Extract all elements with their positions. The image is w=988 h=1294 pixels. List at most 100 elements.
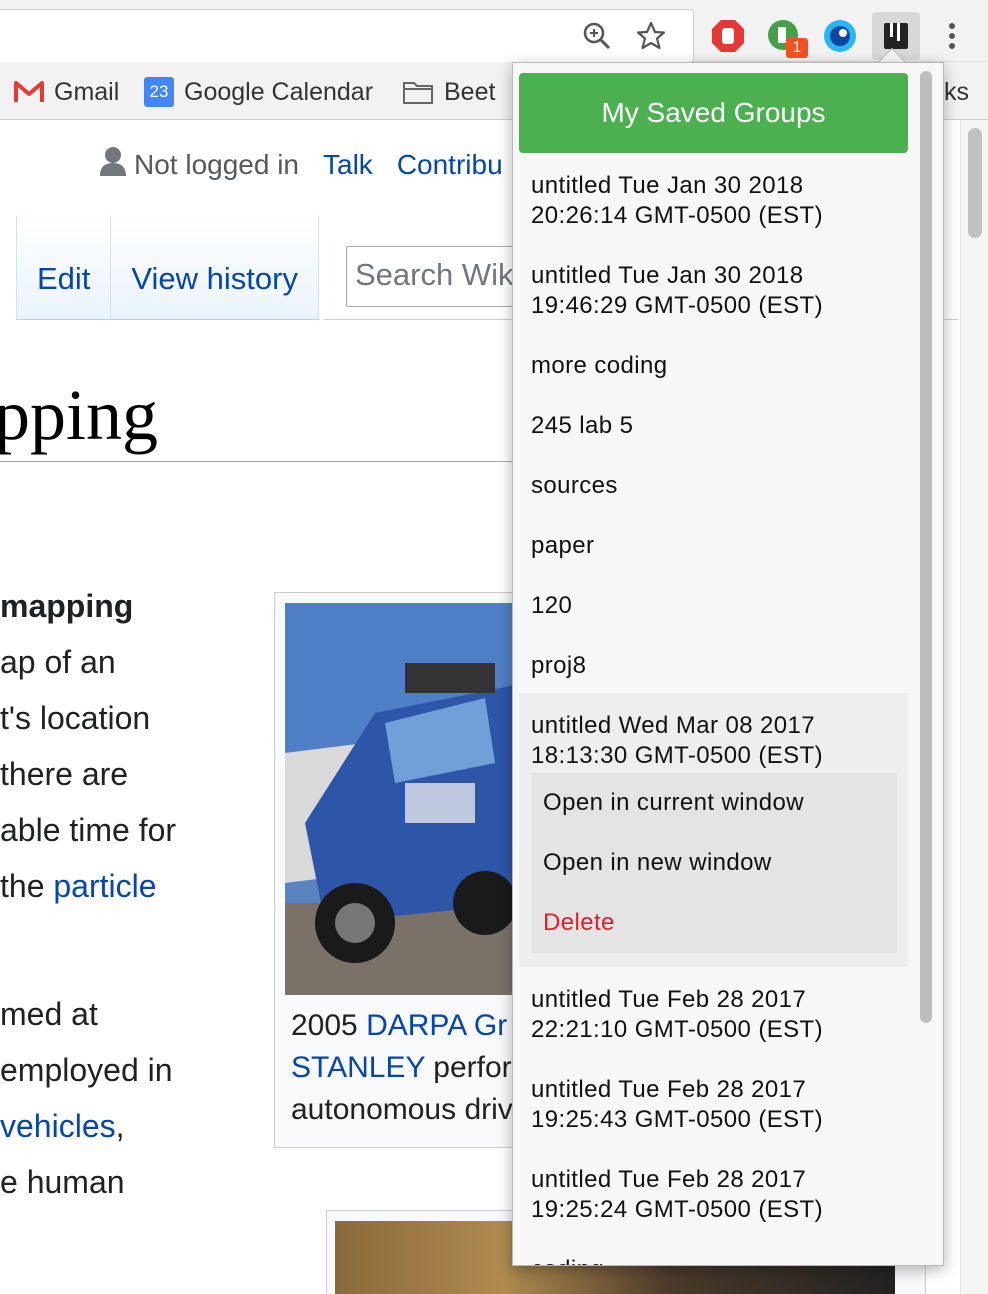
open-in-new-window-button[interactable]: Open in new window [531, 833, 897, 893]
eye-icon[interactable] [822, 18, 858, 54]
bookmark-overflow[interactable]: ks [944, 75, 969, 109]
calendar-icon: 23 [144, 77, 174, 107]
figure-caption: 2005 DARPA Gr STANLEY perfor autonomous … [291, 1005, 513, 1131]
delete-group-button[interactable]: Delete [531, 893, 897, 953]
bookmark-label: Beet [444, 77, 496, 106]
group-name-line2: 20:26:14 GMT-0500 (EST) [531, 202, 823, 229]
extension-badge-count: 1 [786, 38, 808, 58]
stanley-photo[interactable] [285, 603, 525, 995]
article-line: the particle [0, 858, 176, 914]
article-line: t's location [0, 700, 151, 736]
caption-line: 2005 DARPA Gr [291, 1005, 513, 1047]
saved-group-item[interactable]: untitled Tue Jan 30 2018 19:46:29 GMT-05… [519, 243, 908, 333]
group-name: untitled Wed Mar 08 2017 [531, 712, 815, 739]
open-in-current-window-button[interactable]: Open in current window [531, 773, 897, 833]
bookmark-folder-beet[interactable]: Beet [402, 75, 495, 109]
group-name: coding [531, 1255, 896, 1265]
bookmark-label: Google Calendar [184, 77, 374, 106]
saved-groups-list: untitled Tue Jan 30 2018 20:26:14 GMT-05… [519, 153, 908, 1265]
adblock-icon[interactable] [710, 18, 746, 54]
article-body: mapping ap of an t's location there are … [0, 578, 176, 914]
saved-group-item[interactable]: untitled Tue Jan 30 2018 20:26:14 GMT-05… [519, 153, 908, 243]
group-name-line2: 19:25:24 GMT-0500 (EST) [531, 1196, 823, 1223]
group-name: untitled Tue Feb 28 2017 [531, 1166, 807, 1193]
group-name: 245 lab 5 [531, 412, 634, 439]
group-name: paper [531, 532, 595, 559]
popup-title: My Saved Groups [519, 73, 908, 153]
page-tabs: Edit View history [16, 216, 319, 320]
article-body-continued: med at employed in vehicles, e human [0, 986, 173, 1210]
article-line: vehicles, [0, 1098, 173, 1154]
gmail-icon [14, 80, 44, 104]
particle-link[interactable]: particle [53, 868, 156, 904]
talk-link[interactable]: Talk [323, 149, 373, 181]
saved-group-item[interactable]: coding [519, 1237, 908, 1265]
contributions-link[interactable]: Contribu [397, 149, 503, 181]
popup-scrollbar[interactable] [918, 67, 934, 1257]
saved-group-item[interactable]: untitled Tue Feb 28 2017 22:21:10 GMT-05… [519, 967, 908, 1057]
saved-group-item-expanded[interactable]: untitled Wed Mar 08 2017 18:13:30 GMT-05… [519, 693, 908, 967]
bookmark-label: Gmail [54, 77, 120, 106]
article-text: the [0, 868, 54, 904]
article-line: able time for [0, 812, 177, 848]
group-name-line2: 19:46:29 GMT-0500 (EST) [531, 292, 823, 319]
group-name: untitled Tue Feb 28 2017 [531, 986, 807, 1013]
group-name: more coding [531, 352, 668, 379]
zoom-icon[interactable] [579, 18, 615, 54]
star-icon[interactable] [633, 18, 669, 54]
saved-group-item[interactable]: untitled Tue Feb 28 2017 19:25:43 GMT-05… [519, 1057, 908, 1147]
article-line: employed in [0, 1052, 173, 1088]
caption-line: autonomous driv [291, 1093, 513, 1126]
caption-text: 2005 [291, 1009, 367, 1042]
page-title: pping [0, 375, 159, 455]
saved-group-item[interactable]: paper [519, 513, 908, 573]
stanley-link[interactable]: STANLEY [291, 1051, 425, 1084]
group-name: 120 [531, 592, 573, 619]
saved-group-item[interactable]: 245 lab 5 [519, 393, 908, 453]
caption-text: perfor [424, 1051, 512, 1084]
saved-group-item[interactable]: sources [519, 453, 908, 513]
tab-edit[interactable]: Edit [16, 216, 111, 319]
extension-badge-icon[interactable]: 1 [766, 18, 808, 58]
group-name: proj8 [531, 652, 587, 679]
group-name-line2: 19:25:43 GMT-0500 (EST) [531, 1106, 823, 1133]
group-name: untitled Tue Jan 30 2018 [531, 262, 804, 289]
group-name: untitled Tue Jan 30 2018 [531, 172, 804, 199]
calendar-icon-date: 23 [149, 82, 169, 101]
article-line: e human [0, 1164, 125, 1200]
article-text: , [115, 1108, 125, 1144]
saved-group-item[interactable]: more coding [519, 333, 908, 393]
title-divider [0, 461, 520, 462]
saved-groups-popup: My Saved Groups untitled Tue Jan 30 2018… [512, 62, 944, 1266]
darpa-link[interactable]: DARPA Gr [366, 1009, 507, 1042]
user-icon [100, 146, 126, 183]
saved-group-item[interactable]: proj8 [519, 633, 908, 693]
vehicles-link[interactable]: vehicles [0, 1108, 116, 1144]
article-line: there are [0, 756, 129, 792]
group-name-line2: 18:13:30 GMT-0500 (EST) [531, 742, 823, 769]
menu-dots-icon[interactable] [934, 18, 970, 54]
figure-stanley: 2005 DARPA Gr STANLEY perfor autonomous … [274, 592, 534, 1148]
group-name: sources [531, 472, 618, 499]
saved-group-item[interactable]: untitled Tue Feb 28 2017 19:25:24 GMT-05… [519, 1147, 908, 1237]
article-line: mapping [0, 588, 134, 624]
bookmark-gmail[interactable]: Gmail [14, 75, 119, 109]
address-bar[interactable] [0, 9, 694, 63]
saved-group-item[interactable]: 120 [519, 573, 908, 633]
popup-scrollbar-thumb[interactable] [920, 71, 932, 1023]
personal-tools: Not logged in Talk Contribu [100, 146, 527, 183]
tab-view-history[interactable]: View history [110, 216, 319, 319]
group-name: untitled Tue Feb 28 2017 [531, 1076, 807, 1103]
not-logged-in-label: Not logged in [134, 148, 300, 180]
bookmark-overflow-label: ks [944, 77, 969, 106]
page-scrollbar-thumb[interactable] [968, 128, 982, 238]
group-actions-menu: Open in current window Open in new windo… [531, 773, 897, 953]
bookmark-google-calendar[interactable]: 23 Google Calendar [144, 75, 373, 109]
caption-line: STANLEY perfor [291, 1047, 513, 1089]
page-scrollbar[interactable] [960, 120, 988, 1294]
article-line: med at [0, 996, 98, 1032]
folder-icon [402, 79, 434, 105]
article-line: ap of an [0, 644, 116, 680]
browser-toolbar: 1 [0, 0, 988, 63]
group-name-line2: 22:21:10 GMT-0500 (EST) [531, 1016, 823, 1043]
